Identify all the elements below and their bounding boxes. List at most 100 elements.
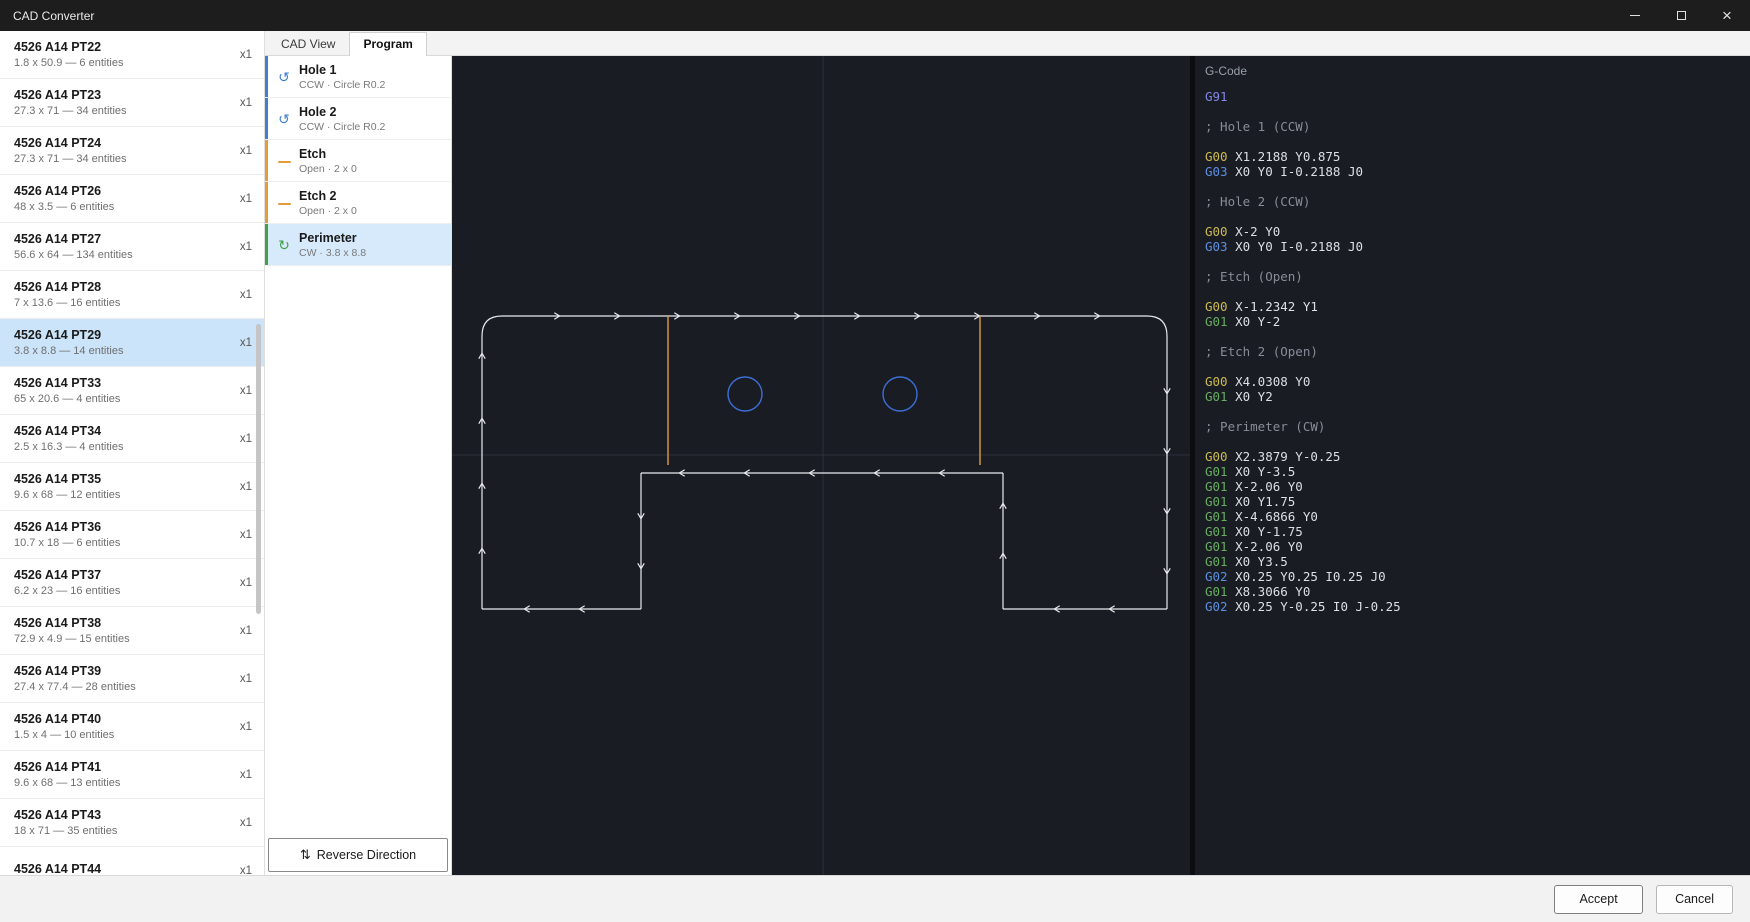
part-list-item[interactable]: 4526 A14 PT38 72.9 x 4.9 — 15 entities x… bbox=[0, 607, 264, 655]
operation-accent bbox=[265, 56, 268, 97]
gcode-line: G00 X1.2188 Y0.875 bbox=[1205, 149, 1750, 164]
part-name: 4526 A14 PT22 bbox=[14, 40, 123, 54]
part-list-item[interactable]: 4526 A14 PT27 56.6 x 64 — 134 entities x… bbox=[0, 223, 264, 271]
part-qty: x1 bbox=[234, 625, 252, 637]
corner-arc-top-left bbox=[482, 316, 502, 336]
part-text: 4526 A14 PT26 48 x 3.5 — 6 entities bbox=[14, 184, 114, 213]
minimize-button[interactable] bbox=[1612, 0, 1658, 31]
part-qty: x1 bbox=[234, 577, 252, 589]
gcode-line: G01 X-2.06 Y0 bbox=[1205, 539, 1750, 554]
hole-circle bbox=[883, 377, 917, 411]
gcode-line: G01 X0 Y1.75 bbox=[1205, 494, 1750, 509]
part-list-item[interactable]: 4526 A14 PT43 18 x 71 — 35 entities x1 bbox=[0, 799, 264, 847]
part-list-item[interactable]: 4526 A14 PT36 10.7 x 18 — 6 entities x1 bbox=[0, 511, 264, 559]
gcode-blank-line bbox=[1205, 404, 1750, 419]
part-sidebar: 4526 A14 PT22 1.8 x 50.9 — 6 entities x1… bbox=[0, 31, 265, 875]
part-list-item[interactable]: 4526 A14 PT29 3.8 x 8.8 — 14 entities x1 bbox=[0, 319, 264, 367]
part-name: 4526 A14 PT33 bbox=[14, 376, 120, 390]
operation-item[interactable]: ↺ Hole 2 CCW · Circle R0.2 bbox=[265, 98, 451, 140]
tab-cad-view[interactable]: CAD View bbox=[267, 32, 349, 56]
gcode-line: G01 X0 Y2 bbox=[1205, 389, 1750, 404]
gcode-line: G91 bbox=[1205, 89, 1750, 104]
part-text: 4526 A14 PT27 56.6 x 64 — 134 entities bbox=[14, 232, 133, 261]
part-list-item[interactable]: 4526 A14 PT22 1.8 x 50.9 — 6 entities x1 bbox=[0, 31, 264, 79]
etch-lines bbox=[668, 316, 980, 465]
close-button[interactable] bbox=[1704, 0, 1750, 31]
title-bar: CAD Converter bbox=[0, 0, 1750, 31]
part-name: 4526 A14 PT44 bbox=[14, 862, 101, 875]
part-name: 4526 A14 PT34 bbox=[14, 424, 123, 438]
part-name: 4526 A14 PT36 bbox=[14, 520, 120, 534]
part-list-item[interactable]: 4526 A14 PT34 2.5 x 16.3 — 4 entities x1 bbox=[0, 415, 264, 463]
part-list-item[interactable]: 4526 A14 PT44 x1 bbox=[0, 847, 264, 875]
gcode-lines: G91 ; Hole 1 (CCW) G00 X1.2188 Y0.875G03… bbox=[1205, 89, 1750, 614]
gcode-blank-line bbox=[1205, 359, 1750, 374]
part-text: 4526 A14 PT22 1.8 x 50.9 — 6 entities bbox=[14, 40, 123, 69]
part-qty: x1 bbox=[234, 97, 252, 109]
part-name: 4526 A14 PT23 bbox=[14, 88, 127, 102]
gcode-blank-line bbox=[1205, 179, 1750, 194]
part-dims: 9.6 x 68 — 13 entities bbox=[14, 777, 120, 789]
part-text: 4526 A14 PT43 18 x 71 — 35 entities bbox=[14, 808, 117, 837]
operation-item[interactable]: Etch Open · 2 x 0 bbox=[265, 140, 451, 182]
sidebar-scrollbar[interactable] bbox=[256, 324, 261, 614]
part-name: 4526 A14 PT41 bbox=[14, 760, 120, 774]
part-list-item[interactable]: 4526 A14 PT37 6.2 x 23 — 16 entities x1 bbox=[0, 559, 264, 607]
part-text: 4526 A14 PT36 10.7 x 18 — 6 entities bbox=[14, 520, 120, 549]
cad-canvas[interactable] bbox=[452, 56, 1190, 875]
part-dims: 72.9 x 4.9 — 15 entities bbox=[14, 633, 130, 645]
tab-program[interactable]: Program bbox=[349, 32, 426, 56]
operation-item[interactable]: Etch 2 Open · 2 x 0 bbox=[265, 182, 451, 224]
part-list-item[interactable]: 4526 A14 PT23 27.3 x 71 — 34 entities x1 bbox=[0, 79, 264, 127]
cancel-button[interactable]: Cancel bbox=[1656, 885, 1733, 914]
part-qty: x1 bbox=[234, 337, 252, 349]
operation-detail: Open · 2 x 0 bbox=[299, 205, 357, 217]
gcode-line: G01 X8.3066 Y0 bbox=[1205, 584, 1750, 599]
line-icon bbox=[274, 154, 294, 168]
maximize-button[interactable] bbox=[1658, 0, 1704, 31]
gcode-comment-line: ; Etch 2 (Open) bbox=[1205, 344, 1750, 359]
operation-name: Hole 2 bbox=[299, 105, 385, 119]
part-list-item[interactable]: 4526 A14 PT39 27.4 x 77.4 — 28 entities … bbox=[0, 655, 264, 703]
operation-list: ↺ Hole 1 CCW · Circle R0.2 ↺ Hole 2 CCW … bbox=[265, 56, 451, 835]
part-dims: 9.6 x 68 — 12 entities bbox=[14, 489, 120, 501]
operation-detail: CCW · Circle R0.2 bbox=[299, 79, 385, 91]
operation-item[interactable]: ↻ Perimeter CW · 3.8 x 8.8 bbox=[265, 224, 451, 266]
window-title: CAD Converter bbox=[0, 9, 94, 23]
part-qty: x1 bbox=[234, 817, 252, 829]
part-list-item[interactable]: 4526 A14 PT26 48 x 3.5 — 6 entities x1 bbox=[0, 175, 264, 223]
part-text: 4526 A14 PT41 9.6 x 68 — 13 entities bbox=[14, 760, 120, 789]
part-list-item[interactable]: 4526 A14 PT24 27.3 x 71 — 34 entities x1 bbox=[0, 127, 264, 175]
part-qty: x1 bbox=[234, 721, 252, 733]
part-list-item[interactable]: 4526 A14 PT33 65 x 20.6 — 4 entities x1 bbox=[0, 367, 264, 415]
part-qty: x1 bbox=[234, 145, 252, 157]
part-list-item[interactable]: 4526 A14 PT40 1.5 x 4 — 10 entities x1 bbox=[0, 703, 264, 751]
gcode-line: G01 X0 Y-2 bbox=[1205, 314, 1750, 329]
part-text: 4526 A14 PT33 65 x 20.6 — 4 entities bbox=[14, 376, 120, 405]
part-qty: x1 bbox=[234, 673, 252, 685]
cad-drawing bbox=[452, 56, 1190, 875]
gcode-line: G01 X-4.6866 Y0 bbox=[1205, 509, 1750, 524]
part-dims: 2.5 x 16.3 — 4 entities bbox=[14, 441, 123, 453]
gcode-blank-line bbox=[1205, 329, 1750, 344]
reverse-direction-button[interactable]: Reverse Direction bbox=[268, 838, 448, 872]
part-dims: 27.3 x 71 — 34 entities bbox=[14, 105, 127, 117]
part-dims: 65 x 20.6 — 4 entities bbox=[14, 393, 120, 405]
operation-name: Etch bbox=[299, 147, 357, 161]
part-dims: 1.5 x 4 — 10 entities bbox=[14, 729, 114, 741]
part-list-item[interactable]: 4526 A14 PT35 9.6 x 68 — 12 entities x1 bbox=[0, 463, 264, 511]
accept-button[interactable]: Accept bbox=[1554, 885, 1643, 914]
part-text: 4526 A14 PT28 7 x 13.6 — 16 entities bbox=[14, 280, 120, 309]
operation-name: Perimeter bbox=[299, 231, 366, 245]
operation-item[interactable]: ↺ Hole 1 CCW · Circle R0.2 bbox=[265, 56, 451, 98]
part-list-item[interactable]: 4526 A14 PT28 7 x 13.6 — 16 entities x1 bbox=[0, 271, 264, 319]
part-list-item[interactable]: 4526 A14 PT41 9.6 x 68 — 13 entities x1 bbox=[0, 751, 264, 799]
cw-arrow-icon: ↻ bbox=[274, 238, 294, 252]
part-list: 4526 A14 PT22 1.8 x 50.9 — 6 entities x1… bbox=[0, 31, 264, 875]
part-name: 4526 A14 PT28 bbox=[14, 280, 120, 294]
part-dims: 7 x 13.6 — 16 entities bbox=[14, 297, 120, 309]
gcode-line: G03 X0 Y0 I-0.2188 J0 bbox=[1205, 239, 1750, 254]
app-window: CAD Converter 4526 A14 PT22 1.8 x 50.9 —… bbox=[0, 0, 1750, 922]
part-dims: 48 x 3.5 — 6 entities bbox=[14, 201, 114, 213]
part-name: 4526 A14 PT38 bbox=[14, 616, 130, 630]
